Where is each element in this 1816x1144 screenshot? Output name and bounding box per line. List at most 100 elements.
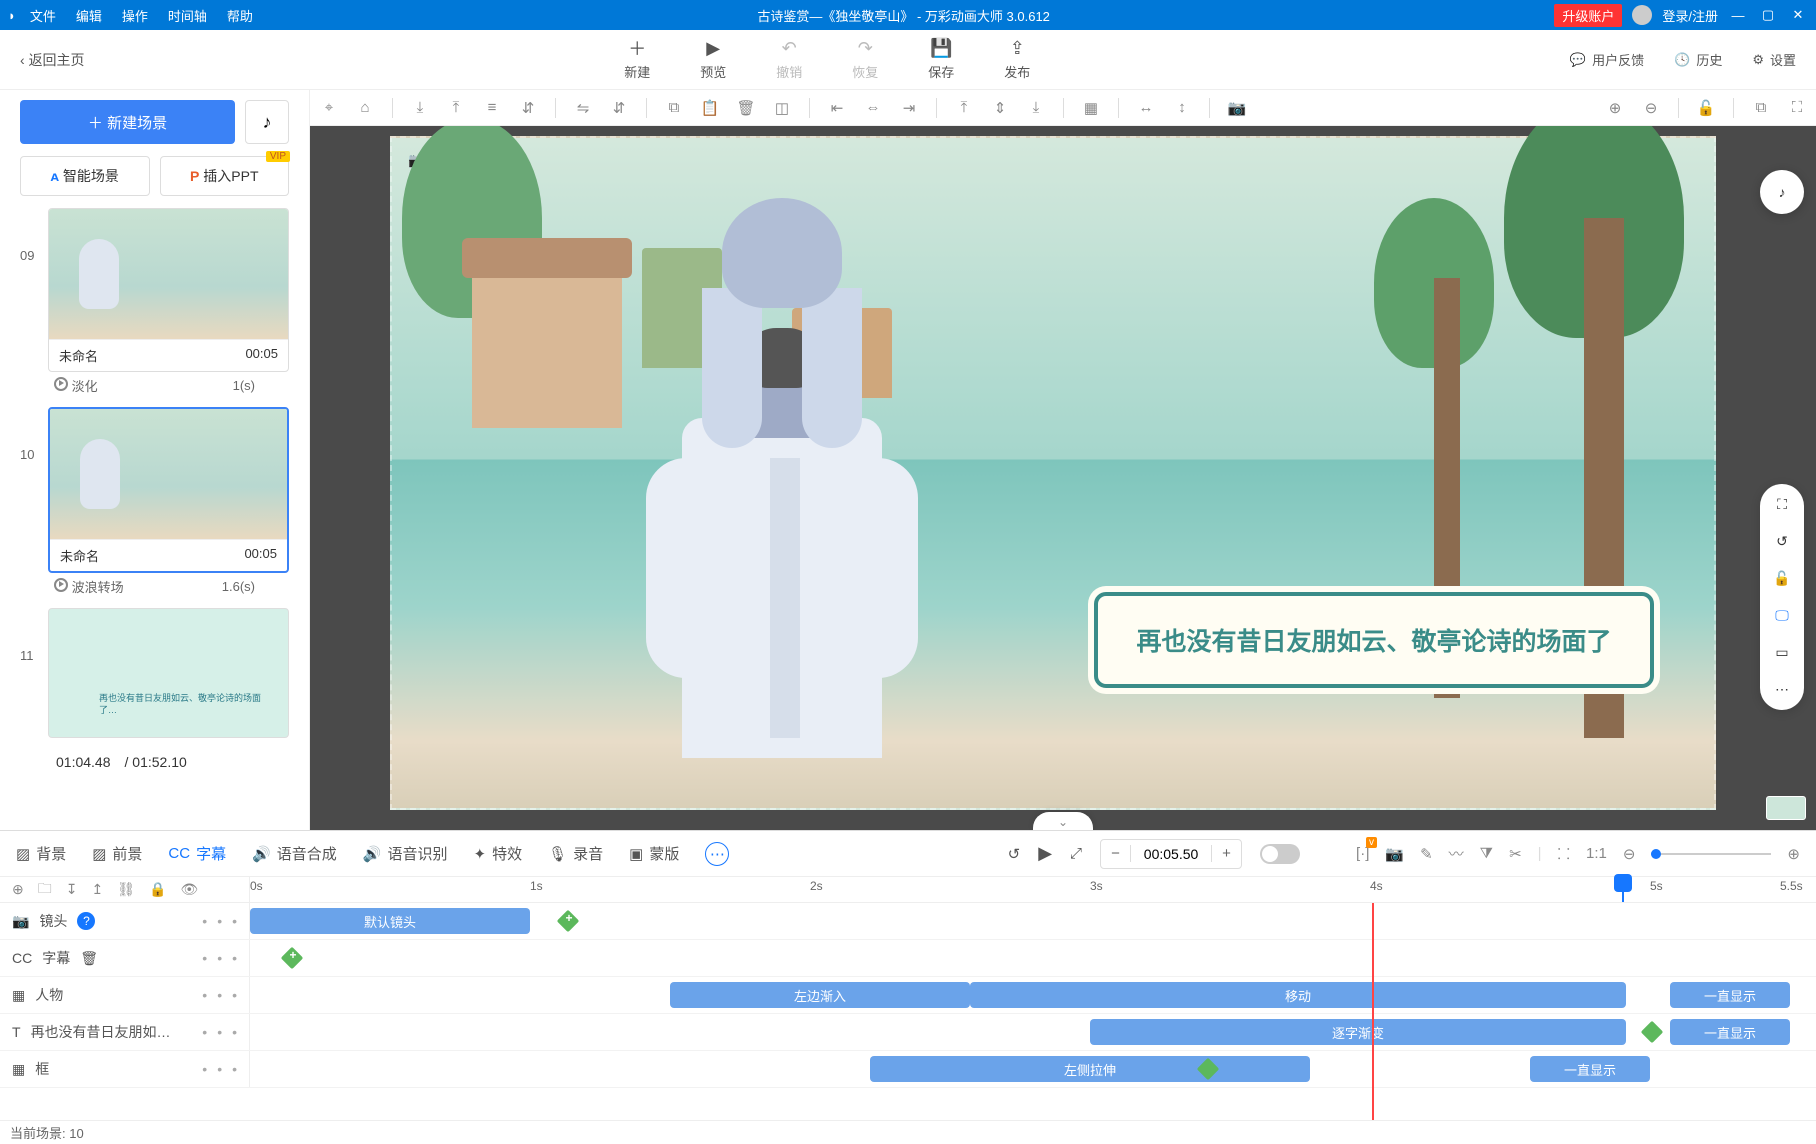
ai-scene-button[interactable]: ᴀ智能场景 [20, 156, 150, 196]
selection-tool-icon[interactable]: ⌖ [320, 99, 338, 117]
zoom-in-icon[interactable]: ⊕ [1606, 99, 1624, 117]
track-label[interactable]: 📷镜头?••• [0, 903, 250, 939]
align-top-icon[interactable]: ⤒ [447, 99, 465, 117]
menu-edit[interactable]: 编辑 [76, 6, 102, 25]
insert-ppt-button[interactable]: P插入PPTVIP [160, 156, 290, 196]
zoom-slider[interactable] [1651, 853, 1771, 855]
back-home-link[interactable]: ‹ 返回主页 [20, 50, 85, 70]
vspace-icon[interactable]: ↕ [1173, 99, 1191, 117]
speech-bubble[interactable]: 再也没有昔日友朋如云、敬亭论诗的场面了 [1094, 592, 1654, 688]
scene-item-09[interactable]: 09 未命名00:05 淡化1(s) [20, 208, 289, 399]
poet-character[interactable] [652, 198, 912, 758]
edit-icon[interactable]: ✎ [1420, 845, 1433, 863]
play-icon[interactable] [54, 578, 68, 592]
scene-item-11[interactable]: 11 再也没有昔日友朋如云、敬亭论诗的场面了… [20, 608, 289, 738]
menu-help[interactable]: 帮助 [227, 6, 253, 25]
track-label[interactable]: ▦框••• [0, 1051, 250, 1087]
minimap[interactable] [1766, 796, 1806, 820]
tab-asr[interactable]: 🔊语音识别 [363, 843, 448, 864]
duplicate-icon[interactable]: ⧉ [1752, 99, 1770, 117]
ratio-icon[interactable]: 1:1 [1586, 845, 1607, 862]
tab-subtitle[interactable]: CC字幕 [168, 843, 226, 864]
fullscreen-play-icon[interactable]: ⤢ [1070, 845, 1082, 862]
settings-link[interactable]: ⚙设置 [1752, 50, 1796, 69]
tab-effects[interactable]: ✦特效 [474, 843, 523, 864]
zoom-in-timeline-icon[interactable]: ⊕ [1787, 845, 1800, 863]
scene-thumbnail[interactable] [49, 209, 288, 339]
track-lane[interactable]: 逐字渐变 一直显示 [250, 1014, 1816, 1050]
scene-thumbnail[interactable] [50, 409, 287, 539]
track-lane[interactable] [250, 940, 1816, 976]
unlock-icon[interactable]: 🔓 [1773, 570, 1790, 587]
home-icon[interactable]: ⌂ [356, 99, 374, 117]
canvas-stage[interactable]: 📷默认镜头 再也没有昔日友朋如云、敬亭论诗的场面了 ♪ ⛶ ↺ 🔓 🖵 [310, 126, 1816, 830]
dot-icon[interactable]: • [232, 913, 237, 929]
distribute-bottom-icon[interactable]: ⤓ [1027, 99, 1045, 117]
playhead-handle[interactable] [1614, 874, 1632, 892]
track-label[interactable]: ▦人物••• [0, 977, 250, 1013]
more-icon[interactable]: ⋯ [1775, 681, 1789, 698]
play-icon[interactable] [54, 377, 68, 391]
snapshot-icon[interactable]: 📷 [1385, 845, 1404, 863]
curves-icon[interactable]: 〰 [1449, 843, 1464, 864]
hspace-icon[interactable]: ↔ [1137, 99, 1155, 117]
history-link[interactable]: 🕓历史 [1674, 50, 1722, 69]
rotate-icon[interactable]: ↺ [1776, 533, 1788, 550]
background-music-button[interactable]: ♪ [245, 100, 289, 144]
maximize-button[interactable]: ▢ [1758, 7, 1778, 23]
close-button[interactable]: ✕ [1788, 7, 1808, 23]
collapse-handle[interactable]: ⌄ [1033, 812, 1093, 830]
toolbar-new-button[interactable]: ＋新建 [624, 38, 650, 81]
dot-icon[interactable]: • [217, 987, 222, 1003]
track-label[interactable]: CC字幕🗑••• [0, 940, 250, 976]
dot-icon[interactable]: • [217, 1024, 222, 1040]
login-register-link[interactable]: 登录/注册 [1662, 6, 1718, 25]
camera-icon[interactable]: 📷 [1228, 99, 1246, 117]
distribute-center-icon[interactable]: ⇔ [864, 99, 882, 117]
dot-icon[interactable]: • [202, 987, 207, 1003]
zoom-out-icon[interactable]: ⊖ [1642, 99, 1660, 117]
tab-foreground[interactable]: ▨前景 [92, 843, 142, 864]
track-lane[interactable]: 默认镜头 [250, 903, 1816, 939]
eye-icon[interactable]: 👁 [180, 881, 198, 898]
keyframe-tool-icon[interactable]: [·]v [1356, 845, 1369, 862]
keyframe-diamond[interactable] [281, 947, 304, 970]
delete-icon[interactable]: 🗑 [80, 950, 98, 967]
clip[interactable]: 一直显示 [1670, 1019, 1790, 1045]
toolbar-publish-button[interactable]: ⇪发布 [1004, 38, 1030, 81]
more-tabs-button[interactable]: ⋯ [705, 842, 729, 866]
scene-item-10[interactable]: 10 未命名00:05 波浪转场1.6(s) [20, 407, 289, 600]
distribute-left-icon[interactable]: ⇤ [828, 99, 846, 117]
auto-toggle[interactable] [1260, 844, 1300, 864]
time-stepper[interactable]: − + [1100, 839, 1242, 869]
chain-icon[interactable]: ⛓ [117, 881, 135, 898]
time-minus-button[interactable]: − [1101, 845, 1131, 862]
distribute-top-icon[interactable]: ⤒ [955, 99, 973, 117]
flip-v-icon[interactable]: ⇵ [610, 99, 628, 117]
clip[interactable]: 默认镜头 [250, 908, 530, 934]
scene-thumbnail[interactable]: 再也没有昔日友朋如云、敬亭论诗的场面了… [48, 608, 289, 738]
track-label[interactable]: T再也没有昔日友朋如…••• [0, 1014, 250, 1050]
time-input[interactable] [1131, 846, 1211, 862]
clip[interactable]: 左边渐入 [670, 982, 970, 1008]
avatar-icon[interactable] [1632, 5, 1652, 25]
track-lane[interactable]: 左边渐入移动一直显示 [250, 977, 1816, 1013]
minimize-button[interactable]: — [1728, 8, 1748, 23]
tab-mask[interactable]: ▣蒙版 [629, 843, 679, 864]
fullscreen-icon[interactable]: ⛶ [1777, 496, 1787, 513]
screen-icon[interactable]: 🖵 [1775, 607, 1789, 624]
crop-icon[interactable]: ◫ [773, 99, 791, 117]
clip[interactable]: 移动 [970, 982, 1626, 1008]
clip[interactable]: 一直显示 [1530, 1056, 1650, 1082]
feedback-link[interactable]: 💬用户反馈 [1570, 50, 1644, 69]
clip[interactable]: 逐字渐变 [1090, 1019, 1626, 1045]
add-track-icon[interactable]: ⊕ [12, 881, 24, 898]
align-middle-icon[interactable]: ≡ [483, 99, 501, 117]
dot-icon[interactable]: • [217, 950, 222, 966]
rewind-icon[interactable]: ↺ [1008, 845, 1021, 863]
tab-record[interactable]: 🎙录音 [548, 843, 603, 864]
delete-icon[interactable]: 🗑 [737, 99, 755, 117]
tab-background[interactable]: ▨背景 [16, 843, 66, 864]
play-icon[interactable]: ▶ [1038, 843, 1052, 864]
unlock-icon[interactable]: 🔓 [1697, 99, 1715, 117]
